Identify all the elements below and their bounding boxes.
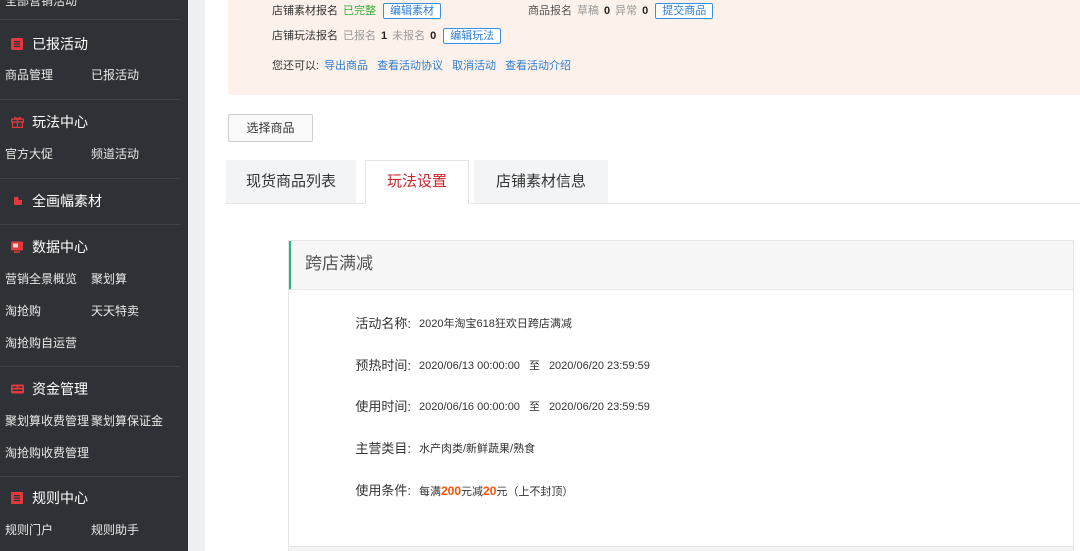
use-condition-label: 使用条件: [355,483,411,498]
edit-material-button[interactable]: 编辑素材 [383,3,441,19]
material-registration-label: 店铺素材报名 [272,5,338,17]
product-registration-label: 商品报名 [528,5,572,17]
tab-baseline [226,203,1080,204]
condition-mid: 元减 [461,486,484,498]
signed-count: 1 [381,30,388,42]
sidebar-item-juhuasuan[interactable]: 聚划算 [91,271,127,287]
sidebar: 全部营销活动 已报活动 商品管理 已报活动 玩法中心 官方大促 频道活动 全画幅… [0,0,188,551]
edit-gameplay-button[interactable]: 编辑玩法 [443,28,502,44]
next-section-edge [289,546,1073,551]
sidebar-section-reported-activities[interactable]: 已报活动 [0,34,180,54]
gift-icon [11,116,25,129]
range-separator: 至 [528,401,540,413]
list-icon [11,38,24,50]
preheat-time-value: 2020/06/13 00:00:00 至 2020/06/20 23:59:59 [419,356,650,376]
material-registration-row: 店铺素材报名 已完整 编辑素材 [272,3,441,19]
gameplay-registration-label: 店铺玩法报名 [272,30,338,42]
tab-store-material-info[interactable]: 店铺素材信息 [474,160,608,203]
sidebar-item-daily-specials[interactable]: 天天特卖 [91,303,139,319]
sidebar-section-fund-management[interactable]: 资金管理 [0,379,180,399]
sidebar-section-title: 数据中心 [32,239,88,255]
use-time-value: 2020/06/16 00:00:00 至 2020/06/20 23:59:59 [419,397,650,417]
gameplay-registration-row: 店铺玩法报名 已报名 1 未报名 0 编辑玩法 [272,28,502,44]
sidebar-item-channel-activities[interactable]: 频道活动 [91,146,139,162]
activity-detail-panel: 跨店满减 活动名称: 2020年淘宝618狂欢日跨店满减 预热时间: 2020/… [288,240,1074,551]
sidebar-divider [0,224,180,225]
sidebar-divider [0,366,180,367]
use-end: 2020/06/20 23:59:59 [548,401,650,413]
sidebar-item-label: 全部营销活动 [5,0,78,8]
sidebar-section-full-frame-materials[interactable]: 全画幅素材 [0,191,180,211]
signed-label: 已报名 [343,30,376,42]
view-agreement-link[interactable]: 查看活动协议 [377,58,443,74]
sidebar-item-taoqianggou-self-operated[interactable]: 淘抢购自运营 [5,335,77,351]
more-actions-label: 您还可以: [272,60,320,72]
sidebar-section-title: 规则中心 [32,490,88,506]
select-products-button[interactable]: 选择商品 [228,114,313,142]
use-condition-value: 每满200元减20元（上不封顶） [419,481,573,501]
more-actions-row: 您还可以: 导出商品 查看活动协议 取消活动 查看活动介绍 [272,58,575,74]
product-registration-row: 商品报名 草稿 0 异常 0 提交商品 [528,3,714,19]
submit-products-button[interactable]: 提交商品 [655,3,714,19]
wallet-icon [11,384,24,396]
sidebar-item-juhuasuan-fees[interactable]: 聚划算收费管理 [5,413,89,429]
activity-title: 跨店满减 [305,254,373,274]
material-status-badge: 已完整 [343,5,376,17]
condition-discount: 20 [483,484,497,498]
main-category-label: 主营类目: [355,441,411,456]
sidebar-divider [0,19,180,20]
view-activity-intro-link[interactable]: 查看活动介绍 [505,58,571,74]
main-category-value: 水产肉类/新鲜蔬果/熟食 [419,443,536,455]
condition-suffix: 元（上不封顶） [496,486,574,498]
sidebar-item-marketing-overview[interactable]: 营销全景概览 [5,271,77,287]
sidebar-item-taoqianggou[interactable]: 淘抢购 [5,303,41,319]
layout-gutter [188,0,205,551]
range-separator: 至 [528,360,540,372]
unsigned-count: 0 [430,30,437,42]
activity-name-label: 活动名称: [355,316,411,331]
error-count: 0 [642,5,649,17]
sidebar-section-rules-center[interactable]: 规则中心 [0,488,180,508]
sidebar-divider [0,178,180,179]
tab-spot-product-list[interactable]: 现货商品列表 [226,160,356,203]
condition-threshold: 200 [441,484,462,498]
sidebar-section-title: 资金管理 [32,381,88,397]
preheat-start: 2020/06/13 00:00:00 [419,360,520,372]
preheat-time-label: 预热时间: [355,358,411,373]
sidebar-section-title: 已报活动 [32,36,88,52]
activity-panel-header: 跨店满减 [289,241,1073,290]
sidebar-item-rules-portal[interactable]: 规则门户 [5,522,53,538]
sidebar-item-product-management[interactable]: 商品管理 [5,67,53,83]
sidebar-section-gameplay-center[interactable]: 玩法中心 [0,112,180,132]
draft-count: 0 [604,5,611,17]
activity-name-value: 2020年淘宝618狂欢日跨店满减 [419,318,572,330]
image-icon [14,197,27,209]
sidebar-item-juhuasuan-deposit[interactable]: 聚划算保证金 [91,413,163,429]
error-label: 异常 [615,5,638,17]
sidebar-item-official-promotion[interactable]: 官方大促 [5,146,53,162]
list-icon [11,492,24,504]
registration-summary-panel: 店铺素材报名 已完整 编辑素材 商品报名 草稿 0 异常 0 提交商品 店铺玩法… [228,0,1080,95]
sidebar-item-taoqianggou-fees[interactable]: 淘抢购收费管理 [5,445,89,461]
use-time-label: 使用时间: [355,399,411,414]
unsigned-label: 未报名 [392,30,426,42]
sidebar-item-all-activities[interactable]: 全部营销活动 [5,0,175,9]
use-start: 2020/06/16 00:00:00 [419,401,520,413]
monitor-icon [11,241,24,253]
draft-label: 草稿 [577,5,599,17]
tab-gameplay-settings[interactable]: 玩法设置 [365,160,469,204]
preheat-end: 2020/06/20 23:59:59 [548,360,650,372]
cancel-activity-link[interactable]: 取消活动 [452,58,496,74]
sidebar-item-rules-assistant[interactable]: 规则助手 [91,522,139,538]
sidebar-item-reported-activities[interactable]: 已报活动 [91,67,139,83]
export-products-link[interactable]: 导出商品 [324,58,368,74]
sidebar-section-title: 全画幅素材 [32,193,102,209]
condition-prefix: 每满 [419,486,441,498]
sidebar-section-data-center[interactable]: 数据中心 [0,237,180,257]
sidebar-divider [0,476,180,477]
sidebar-divider [0,99,180,100]
sidebar-section-title: 玩法中心 [32,114,88,130]
